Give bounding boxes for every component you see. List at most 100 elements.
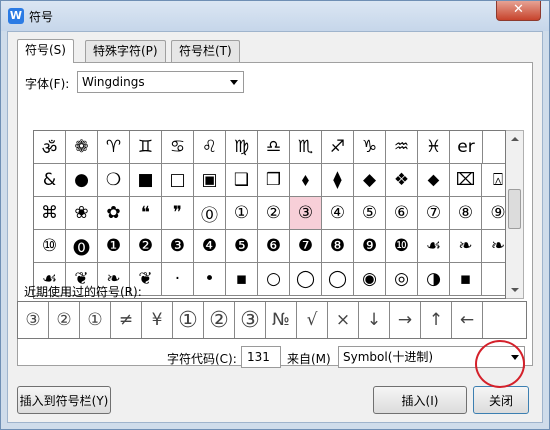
symbol-grid-scrollbar[interactable] — [506, 130, 524, 299]
symbol-cell[interactable]: ❷ — [130, 230, 162, 262]
symbol-cell[interactable]: ▣ — [194, 164, 226, 196]
symbol-cell[interactable]: ♈ — [98, 131, 130, 163]
symbol-cell[interactable]: ❻ — [258, 230, 290, 262]
recent-symbol-cell[interactable]: √ — [297, 302, 328, 338]
symbol-cell[interactable]: ❺ — [226, 230, 258, 262]
symbol-cell[interactable]: ◯ — [290, 263, 322, 295]
recent-symbol-cell[interactable] — [483, 302, 526, 338]
recent-symbol-cell[interactable]: ↑ — [421, 302, 452, 338]
symbol-cell[interactable]: ② — [258, 197, 290, 229]
insert-button[interactable]: 插入(I) — [373, 386, 467, 414]
symbol-cell[interactable]: ◑ — [418, 263, 450, 295]
symbol-cell[interactable]: ③ — [290, 197, 322, 229]
symbol-cell[interactable]: ❁ — [66, 131, 98, 163]
symbol-cell[interactable]: er — [450, 131, 483, 163]
recent-symbol-cell[interactable]: № — [266, 302, 297, 338]
symbol-cell[interactable]: ④ — [322, 197, 354, 229]
symbol-cell[interactable]: ❀ — [66, 197, 98, 229]
symbol-cell[interactable]: ⑦ — [418, 197, 450, 229]
recent-symbol-cell[interactable]: ③ — [235, 302, 266, 338]
tab-special-chars[interactable]: 特殊字符(P) — [85, 40, 166, 62]
close-button[interactable]: 关闭 — [473, 386, 529, 414]
symbol-cell[interactable]: ❧ — [482, 230, 505, 262]
symbol-cell[interactable]: ❝ — [130, 197, 162, 229]
char-code-input[interactable]: 131 — [241, 346, 281, 368]
scroll-thumb[interactable] — [508, 189, 521, 229]
symbol-cell[interactable]: ❖ — [386, 164, 418, 196]
recent-symbol-cell[interactable]: ¥ — [142, 302, 173, 338]
symbol-cell[interactable]: & — [34, 164, 66, 196]
symbol-cell[interactable]: ❼ — [290, 230, 322, 262]
recent-symbol-cell[interactable]: × — [328, 302, 359, 338]
symbol-cell[interactable]: ❸ — [162, 230, 194, 262]
recent-symbol-cell[interactable]: ③ — [18, 302, 49, 338]
symbol-cell[interactable]: ◯ — [322, 263, 354, 295]
symbol-cell[interactable]: ▪ — [226, 263, 258, 295]
window-close-button[interactable]: ✕ — [496, 1, 541, 21]
symbol-cell[interactable]: ⑤ — [354, 197, 386, 229]
symbol-cell[interactable]: ❞ — [162, 197, 194, 229]
symbol-cell[interactable]: ① — [226, 197, 258, 229]
source-select[interactable]: Symbol(十进制) — [338, 346, 525, 368]
recent-symbol-cell[interactable]: ≠ — [111, 302, 142, 338]
symbol-cell[interactable]: ◎ — [386, 263, 418, 295]
symbol-cell[interactable]: ▪ — [450, 263, 482, 295]
recent-symbol-cell[interactable]: ① — [80, 302, 111, 338]
recent-symbol-cell[interactable]: ② — [204, 302, 235, 338]
recent-symbol-cell[interactable]: ← — [452, 302, 483, 338]
symbol-cell[interactable]: ⬥ — [418, 164, 450, 196]
symbol-cell[interactable]: ⌘ — [34, 197, 66, 229]
recent-symbol-cell[interactable]: ② — [49, 302, 80, 338]
symbol-cell[interactable]: ❿ — [386, 230, 418, 262]
symbol-cell[interactable]: ♑ — [354, 131, 386, 163]
recent-symbol-cell[interactable]: → — [390, 302, 421, 338]
symbol-cell[interactable]: ♎ — [258, 131, 290, 163]
symbol-cell[interactable]: ❧ — [450, 230, 482, 262]
font-select[interactable]: Wingdings — [77, 71, 244, 93]
symbol-cell[interactable]: ♋ — [162, 131, 194, 163]
symbol-cell[interactable]: ✿ — [98, 197, 130, 229]
symbol-cell[interactable]: ⧫ — [322, 164, 354, 196]
symbol-cell[interactable]: ⬧ — [290, 164, 322, 196]
symbol-cell[interactable]: ♍ — [226, 131, 258, 163]
symbol-cell[interactable]: ◆ — [354, 164, 386, 196]
symbol-cell[interactable] — [482, 263, 505, 295]
symbol-cell[interactable]: ♒ — [386, 131, 418, 163]
symbol-cell[interactable]: ♓ — [418, 131, 450, 163]
symbol-cell[interactable]: ❍ — [98, 164, 130, 196]
symbol-cell[interactable]: ■ — [130, 164, 162, 196]
insert-to-symbol-bar-button[interactable]: 插入到符号栏(Y) — [17, 386, 111, 414]
symbol-cell[interactable]: ❽ — [322, 230, 354, 262]
symbol-cell[interactable]: ♏ — [290, 131, 322, 163]
symbol-cell[interactable]: ☙ — [418, 230, 450, 262]
symbol-cell[interactable]: ⍓ — [482, 164, 505, 196]
symbol-cell[interactable]: · — [162, 263, 194, 295]
symbol-cell[interactable]: ❾ — [354, 230, 386, 262]
tab-symbols[interactable]: 符号(S) — [17, 39, 74, 63]
symbol-cell[interactable]: ⌧ — [450, 164, 482, 196]
symbol-cell[interactable]: ⑨ — [482, 197, 505, 229]
symbol-cell[interactable]: ⓿ — [66, 230, 98, 262]
symbol-cell[interactable]: ● — [66, 164, 98, 196]
symbol-cell[interactable]: ❑ — [226, 164, 258, 196]
symbol-cell[interactable]: ○ — [258, 263, 290, 295]
symbol-cell[interactable]: ❒ — [258, 164, 290, 196]
symbol-cell[interactable]: ♐ — [322, 131, 354, 163]
recent-symbol-cell[interactable]: ↓ — [359, 302, 390, 338]
scroll-up-button[interactable] — [506, 131, 523, 147]
symbol-cell[interactable]: • — [194, 263, 226, 295]
tab-symbol-bar[interactable]: 符号栏(T) — [171, 40, 240, 62]
recent-symbol-cell[interactable]: ① — [173, 302, 204, 338]
symbol-cell[interactable]: ⑧ — [450, 197, 482, 229]
symbol-cell[interactable]: ❹ — [194, 230, 226, 262]
symbol-cell[interactable]: ❶ — [98, 230, 130, 262]
symbol-cell[interactable]: ॐ — [34, 131, 66, 163]
symbol-cell[interactable]: ⑥ — [386, 197, 418, 229]
symbol-cell[interactable]: ◉ — [354, 263, 386, 295]
symbol-cell[interactable]: ⑩ — [34, 230, 66, 262]
symbol-cell[interactable]: ⓪ — [194, 197, 226, 229]
symbol-cell[interactable]: □ — [162, 164, 194, 196]
symbol-cell[interactable]: ♊ — [130, 131, 162, 163]
scroll-down-button[interactable] — [506, 282, 523, 298]
symbol-cell[interactable]: ♌ — [194, 131, 226, 163]
